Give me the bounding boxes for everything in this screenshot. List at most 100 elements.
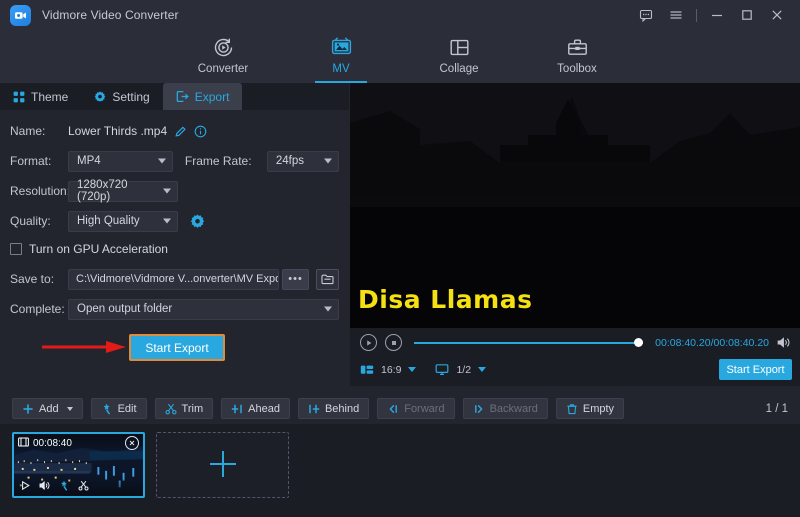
chevron-down-icon[interactable] — [408, 367, 416, 372]
nav-item-mv[interactable]: MV — [301, 30, 381, 83]
seek-slider[interactable] — [414, 338, 643, 348]
saveto-row: Save to: C:\Vidmore\Vidmore V...onverter… — [10, 266, 339, 292]
browse-button[interactable]: ••• — [282, 269, 308, 290]
app-logo-icon — [10, 5, 31, 26]
zoom-value: 1/2 — [456, 364, 471, 376]
nav-item-toolbox[interactable]: Toolbox — [537, 30, 617, 83]
gpu-acceleration-label: Turn on GPU Acceleration — [29, 242, 168, 256]
tab-export[interactable]: Export — [163, 83, 243, 110]
clip-header: 00:08:40 — [14, 434, 143, 452]
tab-setting[interactable]: Setting — [81, 83, 162, 110]
chevron-down-icon — [163, 219, 171, 224]
gpu-acceleration-checkbox[interactable] — [10, 243, 22, 255]
page-indicator: 1 / 1 — [766, 403, 788, 415]
seek-track — [414, 342, 643, 344]
maximize-icon[interactable] — [732, 0, 762, 30]
play-icon[interactable] — [20, 480, 31, 494]
resolution-label: Resolution: — [10, 184, 68, 198]
complete-select[interactable]: Open output folder — [68, 299, 339, 320]
converter-icon — [183, 34, 263, 60]
edit-button[interactable]: Edit — [91, 398, 147, 419]
aspect-ratio-icon[interactable] — [360, 363, 374, 376]
saveto-value: C:\Vidmore\Vidmore V...onverter\MV Expor… — [76, 273, 279, 285]
ahead-button[interactable]: Ahead — [221, 398, 290, 419]
player-controls: 00:08:40.20/00:08:40.20 16:9 — [350, 328, 800, 386]
resolution-select[interactable]: 1280x720 (720p) — [68, 181, 178, 202]
main-navigation: Converter MV — [0, 30, 800, 83]
format-value: MP4 — [77, 155, 101, 167]
empty-label: Empty — [583, 403, 614, 415]
name-value: Lower Thirds .mp4 — [68, 124, 167, 138]
nav-item-collage[interactable]: Collage — [419, 30, 499, 83]
window-controls — [631, 0, 800, 30]
timecode-display: 00:08:40.20/00:08:40.20 — [655, 337, 769, 349]
chevron-down-icon — [163, 189, 171, 194]
volume-icon[interactable] — [777, 336, 792, 349]
framerate-select[interactable]: 24fps — [267, 151, 339, 172]
forward-button[interactable]: Forward — [377, 398, 454, 419]
trim-button[interactable]: Trim — [155, 398, 214, 419]
chevron-down-icon[interactable] — [478, 367, 486, 372]
nav-label-mv: MV — [301, 63, 381, 75]
behind-button[interactable]: Behind — [298, 398, 369, 419]
seek-knob[interactable] — [634, 338, 643, 347]
video-preview[interactable]: Disa Llamas — [350, 83, 800, 328]
play-icon[interactable] — [360, 334, 377, 351]
feedback-icon[interactable] — [631, 0, 661, 30]
clip-strip: 00:08:40 — [0, 424, 800, 517]
ahead-label: Ahead — [248, 403, 280, 415]
gpu-acceleration-row[interactable]: Turn on GPU Acceleration — [10, 238, 339, 260]
sub-tab-bar: Theme Setting Export — [0, 83, 349, 110]
tab-label-theme: Theme — [31, 90, 68, 104]
title-bar: Vidmore Video Converter — [0, 0, 800, 30]
clip-duration: 00:08:40 — [33, 438, 72, 449]
saveto-label: Save to: — [10, 272, 68, 286]
monitor-icon[interactable] — [435, 363, 449, 376]
annotation-arrow — [42, 340, 126, 354]
add-button[interactable]: Add — [12, 398, 83, 419]
volume-icon[interactable] — [39, 480, 51, 494]
player-transport-row: 00:08:40.20/00:08:40.20 — [360, 334, 792, 351]
preview-start-export-button[interactable]: Start Export — [719, 359, 792, 380]
player-options-row: 16:9 1/2 Start Export — [360, 359, 792, 380]
export-icon — [176, 90, 189, 103]
quality-settings-gear-icon[interactable] — [190, 214, 205, 229]
close-circle-icon[interactable] — [125, 436, 139, 450]
add-clip-placeholder[interactable] — [156, 432, 289, 498]
saveto-input[interactable]: C:\Vidmore\Vidmore V...onverter\MV Expor… — [68, 269, 279, 290]
grid-icon — [13, 91, 25, 103]
collage-icon — [419, 34, 499, 60]
edit-label: Edit — [118, 403, 137, 415]
menu-icon[interactable] — [661, 0, 691, 30]
forward-label: Forward — [404, 403, 444, 415]
close-icon[interactable] — [762, 0, 792, 30]
tab-theme[interactable]: Theme — [0, 83, 81, 110]
backward-button[interactable]: Backward — [463, 398, 548, 419]
aspect-ratio-value: 16:9 — [381, 364, 401, 376]
info-icon[interactable] — [194, 125, 207, 138]
pencil-icon[interactable] — [174, 125, 187, 138]
chevron-down-icon — [67, 407, 73, 411]
format-select[interactable]: MP4 — [68, 151, 173, 172]
mv-icon — [301, 34, 381, 60]
insert-ahead-icon — [231, 403, 243, 415]
clip-actions — [14, 477, 143, 496]
empty-button[interactable]: Empty — [556, 398, 624, 419]
nav-item-converter[interactable]: Converter — [183, 30, 263, 83]
complete-label: Complete: — [10, 302, 68, 316]
move-forward-icon — [387, 403, 399, 415]
quality-label: Quality: — [10, 214, 68, 228]
clip-thumbnail[interactable]: 00:08:40 — [12, 432, 145, 498]
tab-label-export: Export — [195, 90, 230, 104]
scissors-icon[interactable] — [78, 480, 89, 494]
magic-wand-icon[interactable] — [59, 480, 70, 494]
divider — [696, 9, 697, 22]
minimize-icon[interactable] — [702, 0, 732, 30]
start-export-button[interactable]: Start Export — [129, 334, 225, 361]
folder-icon[interactable] — [316, 269, 339, 290]
nav-label-toolbox: Toolbox — [537, 63, 617, 75]
nav-label-converter: Converter — [183, 63, 263, 75]
quality-select[interactable]: High Quality — [68, 211, 178, 232]
resolution-row: Resolution: 1280x720 (720p) — [10, 178, 339, 204]
stop-icon[interactable] — [385, 334, 402, 351]
